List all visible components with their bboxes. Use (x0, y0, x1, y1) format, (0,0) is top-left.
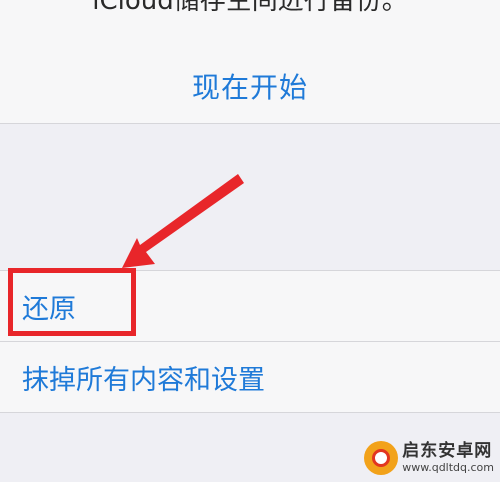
annotation-arrow-icon (122, 174, 244, 268)
watermark: 启东安卓网 www.qdltdq.com (364, 438, 494, 478)
watermark-url: www.qdltdq.com (402, 461, 494, 474)
watermark-name: 启东安卓网 (402, 441, 493, 461)
arrow-shape (122, 174, 244, 268)
watermark-logo-icon (364, 441, 399, 475)
